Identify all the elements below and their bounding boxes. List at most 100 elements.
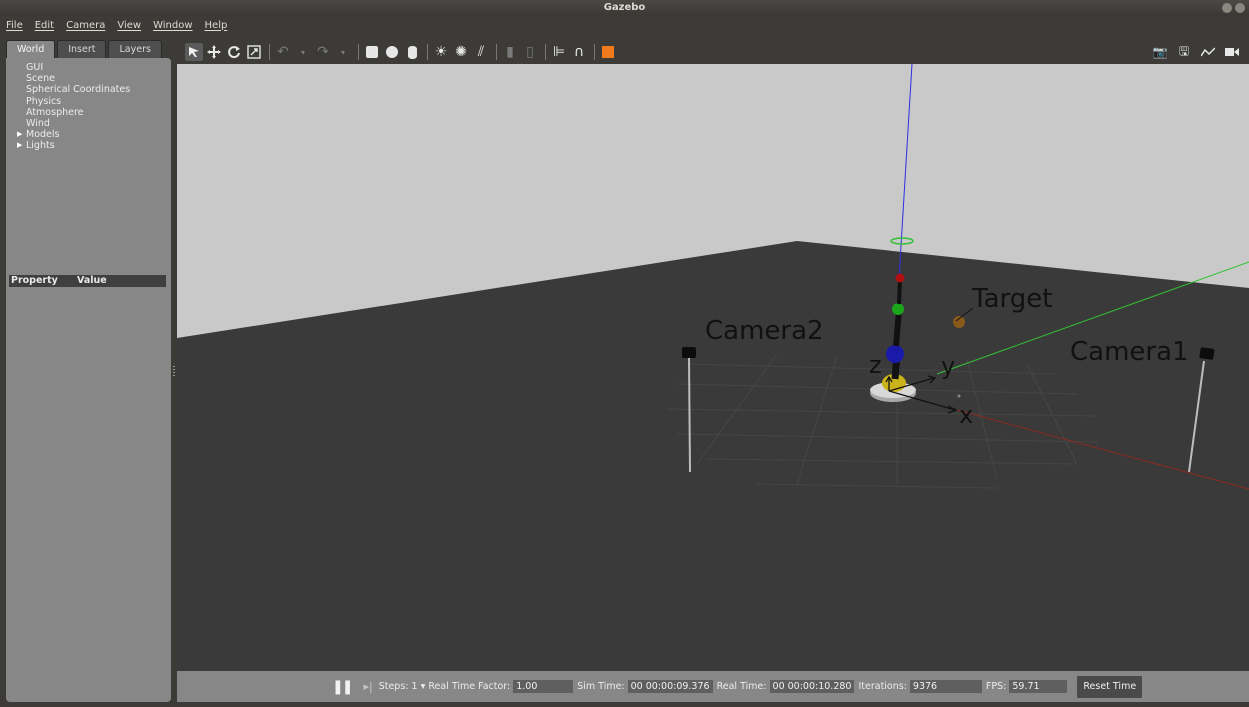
- menu-view[interactable]: View: [117, 20, 141, 31]
- menu-camera[interactable]: Camera: [66, 20, 105, 31]
- menu-help[interactable]: Help: [205, 20, 228, 31]
- property-table-header: Property Value: [9, 275, 166, 287]
- origin-marker: [957, 394, 961, 398]
- tree-item-lights[interactable]: ▶ Lights: [10, 140, 130, 151]
- fps-field: 59.71: [1009, 680, 1068, 693]
- menu-window[interactable]: Window: [153, 20, 192, 31]
- toolbar-separator: [358, 44, 359, 60]
- camera2-body: [682, 347, 696, 358]
- expand-arrow-icon[interactable]: ▶: [17, 140, 22, 151]
- axis-y-label: y: [941, 352, 955, 380]
- iterations-field: 9376: [909, 680, 982, 693]
- sim-time-field: 00 00:00:09.376: [627, 680, 713, 693]
- camera1-body: [1199, 347, 1215, 360]
- tab-world[interactable]: World: [6, 40, 56, 58]
- record-icon[interactable]: [1223, 43, 1241, 61]
- spot-light-icon[interactable]: ✺: [452, 43, 470, 61]
- tree-item-wind[interactable]: Wind: [10, 118, 130, 129]
- chevron-down-icon[interactable]: ▾: [334, 43, 352, 61]
- sim-time-label: Sim Time:: [577, 681, 625, 692]
- camera2-label: Camera2: [705, 316, 824, 346]
- tree-item-label: Wind: [26, 118, 50, 130]
- select-icon[interactable]: [185, 43, 203, 61]
- robot-link: [893, 309, 902, 347]
- tree-item-label: Lights: [26, 140, 55, 152]
- panel-splitter-handle[interactable]: [173, 366, 175, 378]
- scale-icon[interactable]: [245, 43, 263, 61]
- cylinder-icon[interactable]: [403, 43, 421, 61]
- tree-item-label: Spherical Coordinates: [26, 84, 131, 96]
- tree-item-scene[interactable]: Scene: [10, 73, 130, 84]
- world-panel: GUI Scene Spherical Coordinates Physics …: [6, 58, 171, 702]
- toolbar-separator: [427, 44, 428, 60]
- toolbar-separator: [594, 44, 595, 60]
- robot-joint-red: [895, 273, 905, 283]
- left-panel-tabs: World Insert Layers: [6, 40, 162, 58]
- window-controls: [1222, 3, 1245, 13]
- step-button[interactable]: ▸|: [363, 680, 372, 693]
- camera1-label: Camera1: [1070, 337, 1189, 367]
- close-button[interactable]: [1235, 3, 1245, 13]
- pause-button[interactable]: ❚❚: [332, 679, 354, 695]
- toolbar-separator: [269, 44, 270, 60]
- steps-value: 1: [411, 681, 418, 692]
- log-icon[interactable]: 🖫: [1175, 43, 1193, 61]
- tree-item-label: Physics: [26, 95, 62, 107]
- axis-z-label: z: [869, 351, 882, 379]
- box-icon[interactable]: [363, 43, 381, 61]
- chevron-down-icon[interactable]: ▾: [294, 43, 312, 61]
- paste-icon[interactable]: ▯: [521, 43, 539, 61]
- tab-layers[interactable]: Layers: [108, 40, 162, 58]
- robot-joint-blue: [886, 345, 904, 363]
- point-light-icon[interactable]: ☀: [432, 43, 450, 61]
- reset-time-button[interactable]: Reset Time: [1077, 675, 1143, 698]
- redo-icon[interactable]: ↷: [314, 43, 332, 61]
- tree-item-atmosphere[interactable]: Atmosphere: [10, 107, 130, 118]
- scene-canvas[interactable]: Camera2 Camera1 Target z y x: [177, 64, 1249, 671]
- menu-bar: File Edit Camera View Window Help: [0, 16, 1249, 34]
- world-tree: GUI Scene Spherical Coordinates Physics …: [10, 62, 130, 152]
- tree-item-models[interactable]: ▶ Models: [10, 129, 130, 140]
- minimize-button[interactable]: [1222, 3, 1232, 13]
- property-column-header: Property: [11, 275, 58, 286]
- translate-icon[interactable]: [205, 43, 223, 61]
- robot-joint-green: [892, 303, 904, 315]
- copy-icon[interactable]: ▮: [501, 43, 519, 61]
- sphere-icon[interactable]: [383, 43, 401, 61]
- real-time-field: 00 00:00:10.280: [769, 680, 855, 693]
- tree-item-spherical-coordinates[interactable]: Spherical Coordinates: [10, 84, 130, 95]
- directional-light-icon[interactable]: ⫽: [472, 43, 490, 61]
- toolbar-separator: [496, 44, 497, 60]
- steps-label: Steps:: [378, 681, 409, 692]
- simulation-control-bar: ❚❚ ▸| Steps: 1 ▾ Real Time Factor: 1.00 …: [177, 671, 1249, 702]
- tab-insert[interactable]: Insert: [57, 40, 107, 58]
- window-title: Gazebo: [603, 2, 646, 13]
- screenshot-icon[interactable]: 📷: [1151, 43, 1169, 61]
- menu-file[interactable]: File: [6, 20, 23, 31]
- align-icon[interactable]: ⊫: [550, 43, 568, 61]
- window-titlebar: Gazebo: [0, 0, 1249, 16]
- chevron-down-icon[interactable]: ▾: [421, 681, 426, 692]
- tree-item-label: Scene: [26, 73, 55, 85]
- tree-item-label: GUI: [26, 62, 44, 73]
- tree-item-gui[interactable]: GUI: [10, 62, 130, 73]
- expand-arrow-icon[interactable]: ▶: [17, 129, 22, 140]
- undo-icon[interactable]: ↶: [274, 43, 292, 61]
- 3d-viewport[interactable]: Camera2 Camera1 Target z y x: [177, 64, 1249, 671]
- menu-edit[interactable]: Edit: [35, 20, 54, 31]
- main-toolbar: ↶ ▾ ↷ ▾ ☀ ✺ ⫽ ▮ ▯ ⊫ ∩ 📷 🖫: [177, 40, 1249, 64]
- toolbar-right-group: 📷 🖫: [1151, 40, 1243, 64]
- value-column-header: Value: [77, 275, 107, 286]
- rtf-label: Real Time Factor:: [428, 681, 511, 692]
- view-angle-icon[interactable]: [599, 43, 617, 61]
- snap-icon[interactable]: ∩: [570, 43, 588, 61]
- real-time-label: Real Time:: [716, 681, 767, 692]
- steps-spinbox[interactable]: 1 ▾: [411, 681, 425, 692]
- tree-item-label: Atmosphere: [26, 106, 84, 118]
- tree-item-physics[interactable]: Physics: [10, 96, 130, 107]
- plot-icon[interactable]: [1199, 43, 1217, 61]
- rotate-icon[interactable]: [225, 43, 243, 61]
- camera2-pole: [688, 357, 691, 473]
- toolbar-separator: [545, 44, 546, 60]
- axis-x-label: x: [959, 401, 973, 429]
